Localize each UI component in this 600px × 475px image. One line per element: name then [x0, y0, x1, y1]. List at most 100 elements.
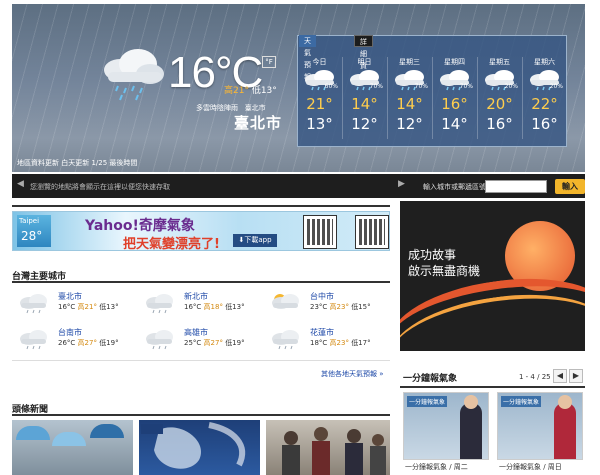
- zip-label: 輸入城市或郵遞區號：: [423, 183, 493, 191]
- banner-title: Yahoo!奇摩氣象: [85, 218, 195, 234]
- news-image[interactable]: [266, 420, 390, 475]
- rain-chance: 60%: [324, 83, 338, 90]
- banner-slogan: 把天氣變漂亮了!: [123, 237, 220, 252]
- city-item[interactable]: 高雄市 25°C 高27° 低19°: [142, 326, 262, 350]
- city-name: 花蓮市: [310, 328, 334, 337]
- update-note: 地區資料更新 白天更新 1/25 最後時間: [17, 159, 138, 167]
- city-low: 低17°: [351, 339, 371, 347]
- condition-text: 多雲時陰陣雨: [196, 104, 238, 112]
- rain-cloud-icon: [146, 294, 173, 314]
- forecast-day: 星期三 70% 14° 12°: [387, 57, 432, 133]
- today-high-low: 高21° 低13°: [224, 83, 277, 96]
- forecast-day-name: 星期六: [534, 58, 555, 66]
- rain-chance: 20%: [549, 83, 563, 90]
- city-item[interactable]: 新北市 16°C 高18° 低13°: [142, 290, 262, 314]
- rain-cloud-icon: [104, 49, 164, 101]
- video-thumbnail[interactable]: 一分鐘報氣象: [497, 392, 583, 460]
- people-crowd-graphic: [282, 427, 386, 475]
- app-icon-temp: 28°: [21, 229, 43, 243]
- city-low: 低13°: [99, 303, 119, 311]
- presenter-figure: [460, 403, 482, 459]
- forecast-high: 20°: [486, 95, 513, 113]
- city-high: 高27°: [77, 339, 97, 347]
- city-item[interactable]: 台中市 23°C 高23° 低15°: [268, 290, 388, 314]
- news-image[interactable]: [12, 420, 133, 475]
- divider: [12, 205, 390, 207]
- city-item[interactable]: 花蓮市 18°C 高23° 低17°: [268, 326, 388, 350]
- news-image[interactable]: [139, 420, 260, 475]
- city-temps: 18°C 高23° 低17°: [310, 338, 371, 348]
- video-header: 一分鐘報氣象: [403, 374, 458, 384]
- city-name: 台南市: [58, 328, 82, 337]
- video-tag: 一分鐘報氣象: [501, 396, 542, 407]
- video-thumbnail[interactable]: 一分鐘報氣象: [403, 392, 489, 460]
- city-high: 高27°: [203, 339, 223, 347]
- umbrella-graphic: [90, 424, 124, 438]
- city-low: 低19°: [225, 339, 245, 347]
- location-bar: ◀ 您瀏覽的地點將會顯示在這裡以便您快速存取 ▶ 輸入城市或郵遞區號： 輸入: [12, 174, 585, 198]
- city-high: 高21°: [77, 303, 97, 311]
- ad-line-1: 成功故事: [408, 248, 457, 262]
- forecast-day-name: 星期三: [399, 58, 420, 66]
- divider: [12, 360, 390, 361]
- city-item[interactable]: 臺北市 16°C 高21° 低13°: [16, 290, 136, 314]
- forecast-high: 14°: [351, 95, 378, 113]
- city-temps: 16°C 高18° 低13°: [184, 302, 245, 312]
- advertisement[interactable]: 成功故事 啟示無盡商機: [400, 201, 585, 351]
- forecast-low: 13°: [306, 115, 333, 133]
- city-temp: 25°C: [184, 339, 202, 347]
- city-temp: 18°C: [310, 339, 328, 347]
- rain-chance: 20%: [504, 83, 518, 90]
- forecast-low: 12°: [351, 115, 378, 133]
- app-promo-banner[interactable]: Taipei 28° Yahoo!奇摩氣象 把天氣變漂亮了! ⬇下載app: [12, 211, 390, 252]
- rain-cloud-icon: [20, 294, 47, 314]
- video-caption[interactable]: 一分鐘報氣象 / 周日: [499, 462, 562, 472]
- ad-line-2: 啟示無盡商機: [408, 264, 481, 278]
- video-prev-button[interactable]: ◀: [553, 369, 567, 383]
- tab-forecast[interactable]: 天氣預報: [299, 35, 316, 81]
- forecast-day: 今日 60% 21° 13°: [297, 57, 342, 133]
- city-temps: 25°C 高27° 低19°: [184, 338, 245, 348]
- city-low: 低13°: [225, 303, 245, 311]
- rain-chance: 70%: [414, 83, 428, 90]
- city-temps: 16°C 高21° 低13°: [58, 302, 119, 312]
- video-tag: 一分鐘報氣象: [407, 396, 448, 407]
- city-name: 高雄市: [184, 328, 208, 337]
- city-temp: 26°C: [58, 339, 76, 347]
- forecast-divider: [387, 57, 388, 139]
- video-next-button[interactable]: ▶: [569, 369, 583, 383]
- rain-cloud-icon: [146, 330, 173, 350]
- sun-cloud-icon: [272, 294, 299, 309]
- forecast-high: 22°: [531, 95, 558, 113]
- umbrella-graphic: [16, 426, 50, 440]
- city-temp: 16°C: [58, 303, 76, 311]
- more-forecasts-link[interactable]: 其他各地天氣預報 »: [321, 369, 384, 379]
- forecast-day: 明日 70% 14° 12°: [342, 57, 387, 133]
- today-low: 低13°: [251, 86, 277, 96]
- forecast-day: 星期四 70% 16° 14°: [432, 57, 477, 133]
- forecast-day-name: 星期五: [489, 58, 510, 66]
- forecast-low: 12°: [396, 115, 423, 133]
- umbrella-graphic: [52, 432, 86, 446]
- city-item[interactable]: 台南市 26°C 高27° 低19°: [16, 326, 136, 350]
- bar-prev-arrow[interactable]: ◀: [17, 179, 24, 189]
- tab-details[interactable]: 詳細資料: [354, 35, 373, 82]
- location-small: 臺北市: [244, 104, 266, 112]
- forecast-day: 星期六 20% 22° 16°: [522, 57, 567, 133]
- unit-toggle-button[interactable]: °F: [262, 56, 276, 68]
- app-icon-city: Taipei: [19, 217, 40, 225]
- divider: [12, 281, 390, 283]
- divider: [400, 386, 585, 388]
- satellite-map-graphic: [141, 422, 246, 469]
- forecast-high: 21°: [306, 95, 333, 113]
- forecast-divider: [477, 57, 478, 139]
- zip-input[interactable]: [485, 180, 547, 193]
- video-caption[interactable]: 一分鐘報氣象 / 周二: [405, 462, 468, 472]
- bar-next-arrow[interactable]: ▶: [398, 179, 405, 189]
- city-temps: 23°C 高23° 低15°: [310, 302, 371, 312]
- forecast-day-name: 今日: [312, 58, 327, 66]
- download-app-button[interactable]: ⬇下載app: [233, 234, 277, 247]
- city-temp: 23°C: [310, 303, 328, 311]
- city-high: 高23°: [329, 339, 349, 347]
- search-go-button[interactable]: 輸入: [555, 179, 585, 194]
